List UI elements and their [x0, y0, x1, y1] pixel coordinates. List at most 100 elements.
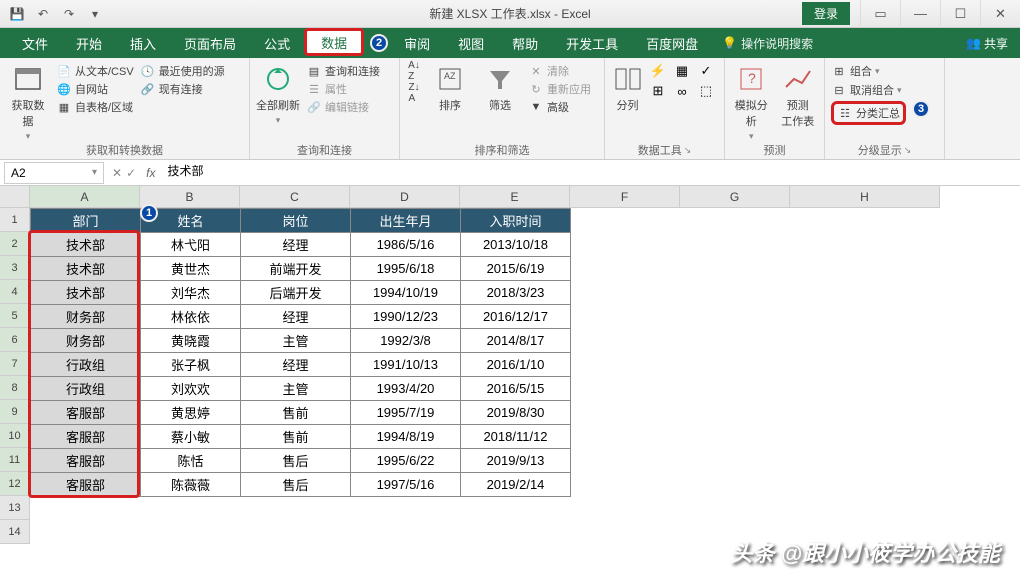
cell[interactable]: 林弋阳 — [141, 233, 241, 257]
edit-links[interactable]: 🔗编辑链接 — [306, 99, 380, 115]
colhead-C[interactable]: C — [240, 186, 350, 207]
cell[interactable]: 1994/10/19 — [351, 281, 461, 305]
cell[interactable]: 2019/9/13 — [461, 449, 571, 473]
cell[interactable]: 经理 — [241, 233, 351, 257]
name-box[interactable]: A2▾ — [4, 162, 104, 184]
qat-dropdown-icon[interactable]: ▾ — [86, 5, 104, 23]
filter-button[interactable]: 筛选 — [478, 63, 522, 113]
cell[interactable]: 2019/2/14 — [461, 473, 571, 497]
cell[interactable]: 林依依 — [141, 305, 241, 329]
tab-help[interactable]: 帮助 — [498, 28, 552, 58]
tab-insert[interactable]: 插入 — [116, 28, 170, 58]
colhead-F[interactable]: F — [570, 186, 680, 207]
tab-pagelayout[interactable]: 页面布局 — [170, 28, 250, 58]
validation-icon[interactable]: ✓ — [698, 63, 714, 79]
cell[interactable]: 2016/1/10 — [461, 353, 571, 377]
cell[interactable]: 2016/5/15 — [461, 377, 571, 401]
rowhead-11[interactable]: 11 — [0, 448, 29, 472]
rowhead-14[interactable]: 14 — [0, 520, 29, 544]
cell[interactable]: 售前 — [241, 425, 351, 449]
cell[interactable]: 1991/10/13 — [351, 353, 461, 377]
cell[interactable]: 刘华杰 — [141, 281, 241, 305]
forecast-sheet-button[interactable]: 预测 工作表 — [778, 63, 819, 129]
colhead-D[interactable]: D — [350, 186, 460, 207]
remove-dup-icon[interactable]: ▦ — [674, 63, 690, 79]
reapply-filter[interactable]: ↻重新应用 — [528, 81, 591, 97]
subtotal-button[interactable]: ☷分类汇总 — [831, 101, 906, 125]
cell[interactable]: 行政组 — [31, 377, 141, 401]
text-to-columns[interactable]: 分列 — [611, 63, 644, 113]
from-text-csv[interactable]: 📄从文本/CSV — [56, 63, 134, 79]
rowhead-2[interactable]: 2 — [0, 232, 29, 256]
cell[interactable]: 客服部 — [31, 401, 141, 425]
cell[interactable]: 2015/6/19 — [461, 257, 571, 281]
formula-input[interactable]: 技术部 — [161, 162, 1020, 184]
clear-filter[interactable]: ✕清除 — [528, 63, 591, 79]
cell[interactable]: 张子枫 — [141, 353, 241, 377]
sort-desc[interactable]: Z↓A — [406, 85, 422, 101]
rowhead-7[interactable]: 7 — [0, 352, 29, 376]
cell[interactable]: 2014/8/17 — [461, 329, 571, 353]
rowhead-6[interactable]: 6 — [0, 328, 29, 352]
cell[interactable]: 主管 — [241, 329, 351, 353]
rowhead-8[interactable]: 8 — [0, 376, 29, 400]
cell[interactable]: 技术部 — [31, 281, 141, 305]
cell[interactable]: 1986/5/16 — [351, 233, 461, 257]
get-data-button[interactable]: 获取数 据 ▾ — [6, 63, 50, 142]
cell[interactable]: 客服部 — [31, 425, 141, 449]
select-all-corner[interactable] — [0, 186, 30, 208]
table-header[interactable]: 入职时间 — [461, 209, 571, 233]
cell[interactable]: 售后 — [241, 449, 351, 473]
cell[interactable]: 客服部 — [31, 473, 141, 497]
minimize-icon[interactable]: — — [900, 0, 940, 28]
tab-file[interactable]: 文件 — [8, 28, 62, 58]
dialog-launcher-icon[interactable]: ↘ — [684, 145, 692, 156]
cell[interactable]: 前端开发 — [241, 257, 351, 281]
cell[interactable]: 陈恬 — [141, 449, 241, 473]
existing-connections[interactable]: 🔗现有连接 — [140, 81, 225, 97]
cell[interactable]: 经理 — [241, 353, 351, 377]
tell-me-search[interactable]: 💡 操作说明搜索 — [722, 35, 813, 52]
cell[interactable]: 技术部 — [31, 257, 141, 281]
rowhead-5[interactable]: 5 — [0, 304, 29, 328]
relations-icon[interactable]: ∞ — [674, 83, 690, 99]
rowhead-10[interactable]: 10 — [0, 424, 29, 448]
cell[interactable]: 财务部 — [31, 305, 141, 329]
cell[interactable]: 1997/5/16 — [351, 473, 461, 497]
cancel-icon[interactable]: ✕ — [112, 166, 122, 180]
ungroup-rows[interactable]: ⊟取消组合 ▾ — [831, 82, 906, 98]
cell[interactable]: 黄世杰 — [141, 257, 241, 281]
cell[interactable]: 1995/6/18 — [351, 257, 461, 281]
close-icon[interactable]: ✕ — [980, 0, 1020, 28]
colhead-B[interactable]: B — [140, 186, 240, 207]
cell[interactable]: 1995/6/22 — [351, 449, 461, 473]
colhead-A[interactable]: A — [30, 186, 140, 207]
properties[interactable]: ☰属性 — [306, 81, 380, 97]
tab-formulas[interactable]: 公式 — [250, 28, 304, 58]
table-header[interactable]: 出生年月 — [351, 209, 461, 233]
tab-review[interactable]: 审阅 — [390, 28, 444, 58]
datamodel-icon[interactable]: ⬚ — [698, 83, 714, 99]
cell[interactable]: 售后 — [241, 473, 351, 497]
rowhead-4[interactable]: 4 — [0, 280, 29, 304]
cell[interactable]: 陈薇薇 — [141, 473, 241, 497]
recent-sources[interactable]: 🕓最近使用的源 — [140, 63, 225, 79]
cell[interactable]: 蔡小敏 — [141, 425, 241, 449]
rowhead-3[interactable]: 3 — [0, 256, 29, 280]
cell[interactable]: 2018/3/23 — [461, 281, 571, 305]
cell[interactable]: 2013/10/18 — [461, 233, 571, 257]
from-web[interactable]: 🌐自网站 — [56, 81, 134, 97]
sort-asc[interactable]: A↓Z — [406, 63, 422, 79]
cell[interactable]: 1994/8/19 — [351, 425, 461, 449]
group-rows[interactable]: ⊞组合 ▾ — [831, 63, 906, 79]
cell[interactable]: 刘欢欢 — [141, 377, 241, 401]
dialog-launcher-outline[interactable]: ↘ — [904, 145, 912, 156]
flash-fill-icon[interactable]: ⚡ — [650, 63, 666, 79]
cell[interactable]: 2016/12/17 — [461, 305, 571, 329]
rowhead-9[interactable]: 9 — [0, 400, 29, 424]
enter-icon[interactable]: ✓ — [126, 166, 136, 180]
cell[interactable]: 财务部 — [31, 329, 141, 353]
cell[interactable]: 经理 — [241, 305, 351, 329]
login-button[interactable]: 登录 — [802, 2, 850, 25]
colhead-G[interactable]: G — [680, 186, 790, 207]
